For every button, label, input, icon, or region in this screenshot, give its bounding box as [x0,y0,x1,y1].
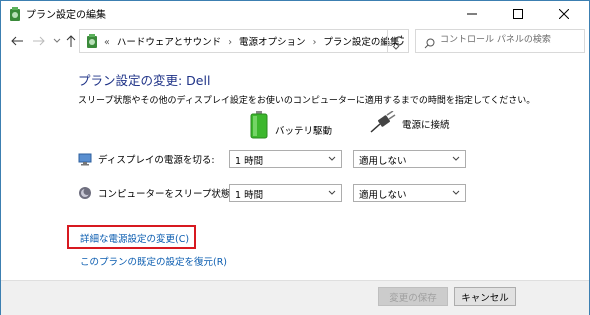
select-value: 適用しない [359,190,407,201]
page-title: プラン設定の変更: Dell [78,73,211,88]
breadcrumb: « ハードウェアとサウンド › 電源オプション › プラン設定の編集 [104,34,403,48]
restore-defaults-link[interactable]: このプランの既定の設定を復元(R) [80,254,227,268]
minimize-button[interactable] [449,1,495,26]
minimize-icon [467,13,477,14]
display-off-row-label: ディスプレイの電源を切る: [78,152,215,166]
chevron-down-icon [53,38,61,43]
up-arrow-icon [66,35,76,47]
chevron-down-icon [452,156,460,161]
breadcrumb-separator: › [312,37,317,48]
chevron-down-icon [328,156,336,161]
window-title: プラン設定の編集 [26,10,106,21]
plugged-column-label: 電源に接続 [402,120,450,131]
plugged-column-header: 電源に接続 [370,111,450,133]
refresh-icon [394,35,404,46]
select-value: 適用しない [359,156,407,167]
close-button[interactable] [541,1,587,26]
power-plug-icon [370,111,396,133]
title-bar: プラン設定の編集 [1,1,589,26]
sleep-plugged-select[interactable]: 適用しない [353,184,466,202]
address-bar[interactable]: « ハードウェアとサウンド › 電源オプション › プラン設定の編集 [79,29,409,53]
breadcrumb-overflow[interactable]: « [104,37,110,48]
back-button[interactable] [9,33,25,49]
save-changes-button[interactable]: 変更の保存 [378,287,448,306]
chevron-down-icon [452,190,460,195]
refresh-button[interactable] [387,30,410,52]
breadcrumb-item[interactable]: ハードウェアとサウンド [117,37,221,48]
battery-icon [250,111,268,139]
cancel-button[interactable]: キャンセル [454,287,516,306]
footer-bar: 変更の保存 キャンセル [1,280,589,315]
search-box[interactable] [415,29,585,53]
maximize-icon [513,8,523,19]
forward-button[interactable] [31,33,47,49]
forward-arrow-icon [33,36,45,46]
sleep-moon-icon [78,186,92,200]
advanced-settings-link[interactable]: 詳細な電源設定の変更(C) [80,231,189,245]
sleep-battery-select[interactable]: 1 時間 [229,184,342,202]
select-value: 1 時間 [235,190,264,201]
back-arrow-icon [11,36,23,46]
display-off-label: ディスプレイの電源を切る: [98,155,215,166]
breadcrumb-separator: › [228,37,232,48]
navigation-bar: « ハードウェアとサウンド › 電源オプション › プラン設定の編集 [1,26,589,56]
control-panel-icon [8,6,22,22]
close-icon [559,8,569,19]
display-off-plugged-select[interactable]: 適用しない [353,150,466,168]
breadcrumb-item[interactable]: 電源オプション [239,37,306,48]
display-off-battery-select[interactable]: 1 時間 [229,150,342,168]
maximize-button[interactable] [495,1,541,26]
battery-column-header: バッテリ駆動 [249,111,332,139]
chevron-down-icon [328,190,336,195]
control-panel-icon [85,33,99,49]
monitor-icon [78,152,92,166]
select-value: 1 時間 [235,156,264,167]
search-icon [424,34,435,53]
search-input[interactable] [440,33,578,47]
window: プラン設定の編集 « ハードウェアとサウンド › 電源オプション › プラン設定… [0,0,590,315]
battery-column-label: バッテリ駆動 [275,126,333,137]
up-button[interactable] [63,33,79,49]
page-description: スリープ状態やその他のディスプレイ設定をお使いのコンピューターに適用するまでの時… [78,96,536,106]
